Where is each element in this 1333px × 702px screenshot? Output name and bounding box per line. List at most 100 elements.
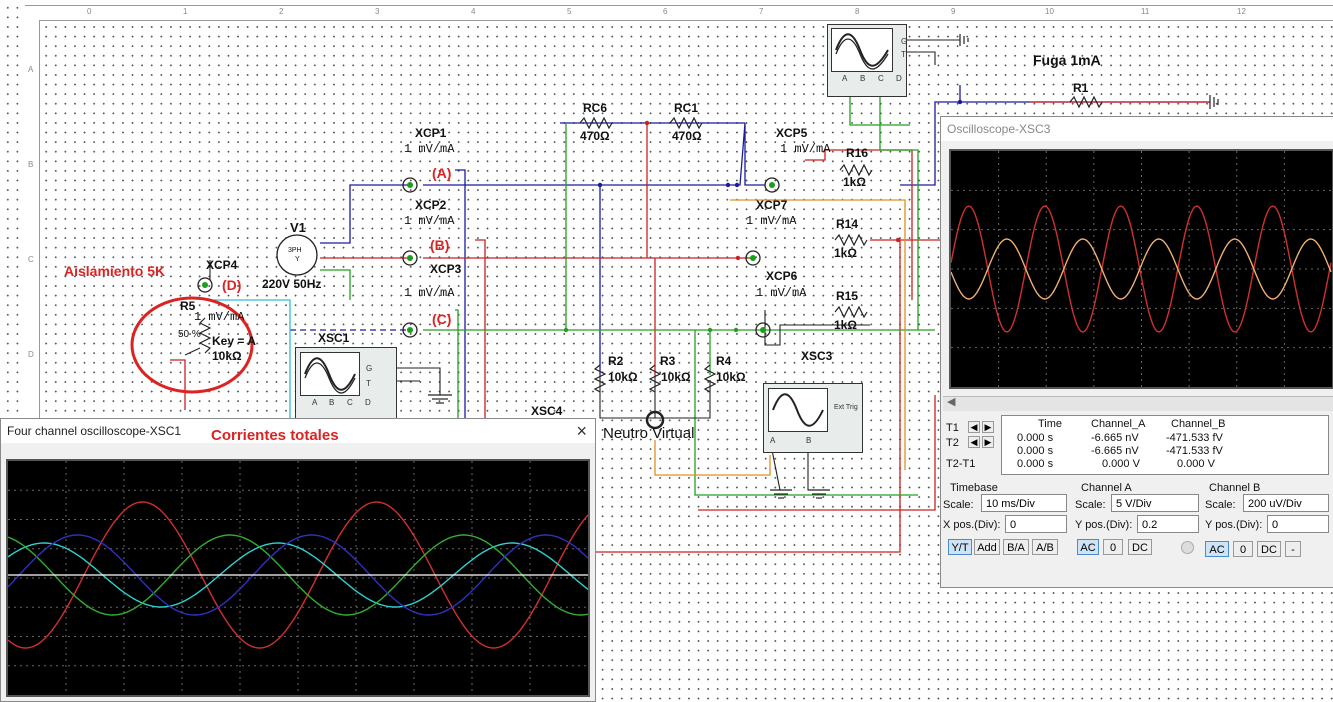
resistor-value: 1kΩ [834,318,857,332]
col-header-channel-a: Channel_A [1091,418,1146,430]
cell-time: 0.000 s [1017,458,1054,470]
cell-channel-b: 0.000 V [1177,458,1215,470]
probe-mark: (A) [432,165,452,181]
instrument-label: XSC3 [801,349,833,363]
scroll-left-icon[interactable]: ◀ [947,395,955,408]
probe-label: XCP4 [206,258,238,272]
cursor-t1-label: T1 [946,422,959,434]
timebase-xpos-label: X pos.(Div): [943,519,1001,531]
channel-a-radio[interactable] [1181,541,1194,554]
probe-range: 1 mV/mA [194,310,245,324]
probe-label: XCP5 [776,126,808,140]
probe-mark: (D) [222,277,242,293]
terminal-label: Ext Trig [834,404,858,411]
terminal-label: G [901,37,908,46]
resistor-name: R1 [1073,81,1089,95]
timebase-xpos-field[interactable]: 0 [1005,515,1067,533]
channel-b-minus-button[interactable]: - [1285,541,1301,557]
terminal-label: T [901,50,906,59]
oscilloscope-xsc3-symbol[interactable]: Ext Trig A B [763,383,863,453]
mode-ba-button[interactable]: B/A [1003,539,1029,555]
col-header-channel-b: Channel_B [1171,418,1226,430]
channel-a-dc-button[interactable]: DC [1128,539,1152,555]
mode-add-button[interactable]: Add [974,539,1000,555]
oscilloscope-xsc3-window[interactable]: Oscilloscope-XSC3 ◀ T1 T2 T2-T1 ◀ ▶ ◀ ▶ … [940,116,1333,588]
terminal-label: T [366,379,371,388]
resistor-name: R3 [660,354,676,368]
scope-screen-icon [300,352,360,396]
source-name: V1 [290,220,306,235]
probe-mark: (C) [432,311,452,327]
cursor-readout-table: Time Channel_A Channel_B 0.000 s -6.665 … [1001,415,1329,475]
resistor-value: 1kΩ [843,175,866,189]
probe-range: 1 mV/mA [404,214,455,228]
isolation-note: Aislamiento 5K [64,263,166,279]
channel-b-scale-label: Scale: [1205,499,1236,511]
timebase-scale-label: Scale: [943,499,974,511]
resistor-name: R2 [608,354,624,368]
channel-b-scale-field[interactable]: 200 uV/Div [1243,494,1329,512]
resistor-value: 1kΩ [834,246,857,260]
resistor-value: 10kΩ [661,370,691,384]
cursor-t1-right-arrow[interactable]: ▶ [982,421,994,433]
oscilloscope-xsc1-symbol[interactable]: G T A B C D [295,347,397,419]
scope-screen-icon [768,388,828,432]
channel-b-dc-button[interactable]: DC [1257,541,1281,557]
leak-note: Fuga 1mA [1033,52,1101,68]
cell-time: 0.000 s [1017,445,1054,457]
channel-a-ac-button[interactable]: AC [1077,539,1099,555]
probe-label: XCP1 [415,126,447,140]
channel-a-title: Channel A [1081,482,1132,494]
scope-traces [7,461,589,695]
resistor-name: R14 [836,217,859,231]
probe-label: XCP6 [766,269,798,283]
probe-mark: (B) [430,237,450,253]
cell-channel-a: -6.665 nV [1091,445,1139,457]
probe-range: 1 mV/mA [404,142,455,156]
terminal-label: B [860,74,866,83]
terminal-label: A [842,74,848,83]
cell-channel-a: -6.665 nV [1091,432,1139,444]
oscilloscope-xsc4-symbol[interactable]: G T A B C D [827,24,907,97]
close-icon[interactable]: × [576,421,587,442]
terminal-label: D [365,398,371,407]
probe-label: XCP3 [430,262,462,276]
channel-b-title: Channel B [1209,482,1261,494]
channel-a-ypos-field[interactable]: 0.2 [1137,515,1199,533]
cell-time: 0.000 s [1017,432,1054,444]
cursor-t2-left-arrow[interactable]: ◀ [968,436,980,448]
oscilloscope-xsc1-window[interactable]: Four channel oscilloscope-XSC1 Corriente… [0,418,596,702]
pot-percent: 50 % [178,329,201,340]
channel-b-ac-button[interactable]: AC [1205,541,1229,557]
pot-name: R5 [180,299,196,313]
cell-channel-b: -471.533 fV [1166,432,1223,444]
instrument-label: XSC4 [531,404,563,418]
mode-ab-button[interactable]: A/B [1032,539,1058,555]
channel-a-ypos-label: Y pos.(Div): [1075,519,1133,531]
scope-scrollbar[interactable]: ◀ [943,396,1333,411]
cursor-delta-label: T2-T1 [946,458,976,470]
channel-b-ypos-field[interactable]: 0 [1267,515,1329,533]
mode-yt-button[interactable]: Y/T [948,539,972,555]
timebase-scale-field[interactable]: 10 ms/Div [981,494,1067,512]
neutral-label: Neutro Virtual [603,425,695,442]
cursor-t2-label: T2 [946,437,959,449]
probe-range: 1 mV/mA [404,286,455,300]
cursor-t1-left-arrow[interactable]: ◀ [968,421,980,433]
cursor-t2-right-arrow[interactable]: ▶ [982,436,994,448]
scope-display[interactable] [6,459,590,697]
source-symbol-top: 3PH [288,247,302,254]
resistor-name: RC6 [583,101,608,115]
resistor-value: 10kΩ [716,370,746,384]
scope-traces [950,151,1332,387]
channel-b-zero-button[interactable]: 0 [1233,541,1253,557]
resistor-name: R15 [836,289,859,303]
channel-a-scale-field[interactable]: 5 V/Div [1111,494,1199,512]
scope-display[interactable] [949,149,1333,389]
cell-channel-a: 0.000 V [1102,458,1140,470]
terminal-label: B [806,436,812,445]
scope-screen-icon [831,28,893,72]
channel-a-zero-button[interactable]: 0 [1103,539,1123,555]
terminal-label: A [312,398,318,407]
probe-label: XCP2 [415,198,447,212]
